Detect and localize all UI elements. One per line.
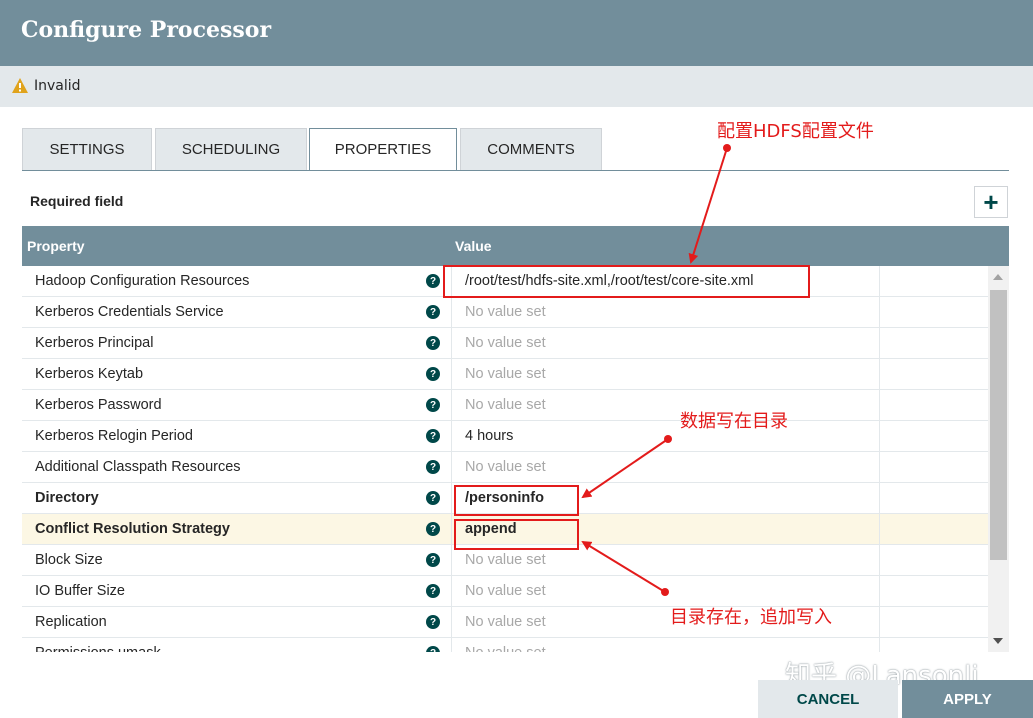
property-value: No value set xyxy=(465,552,546,568)
property-value: No value set xyxy=(465,335,546,351)
table-row[interactable]: IO Buffer Size? No value set xyxy=(22,576,988,607)
property-value: No value set xyxy=(465,614,546,630)
cancel-button[interactable]: CANCEL xyxy=(758,680,898,718)
property-name: Block Size xyxy=(35,552,103,568)
annotation-box-hdfs-config xyxy=(443,265,810,298)
help-icon[interactable]: ? xyxy=(426,646,440,652)
property-value: No value set xyxy=(465,583,546,599)
tab-properties[interactable]: PROPERTIES xyxy=(309,128,457,171)
property-name: Kerberos Principal xyxy=(35,335,154,351)
help-icon[interactable]: ? xyxy=(426,522,440,536)
help-icon[interactable]: ? xyxy=(426,491,440,505)
status-text: Invalid xyxy=(34,78,81,94)
help-icon[interactable]: ? xyxy=(426,429,440,443)
help-icon[interactable]: ? xyxy=(426,398,440,412)
help-icon[interactable]: ? xyxy=(426,336,440,350)
property-name: Conflict Resolution Strategy xyxy=(35,521,230,537)
tab-settings[interactable]: SETTINGS xyxy=(22,128,152,170)
help-icon[interactable]: ? xyxy=(426,615,440,629)
property-name: Directory xyxy=(35,490,99,506)
property-value-cell[interactable]: No value set xyxy=(451,359,880,390)
scroll-up-arrow-icon[interactable] xyxy=(993,274,1003,280)
property-value-cell[interactable]: 4 hours xyxy=(451,421,880,452)
property-value-cell[interactable]: No value set xyxy=(451,328,880,359)
status-bar: Invalid xyxy=(0,66,1033,107)
table-row[interactable]: Permissions umask? No value set xyxy=(22,638,988,652)
property-value: No value set xyxy=(465,397,546,413)
table-row[interactable]: Kerberos Relogin Period? 4 hours xyxy=(22,421,988,452)
table-row[interactable]: Replication? No value set xyxy=(22,607,988,638)
property-name: Hadoop Configuration Resources xyxy=(35,273,250,289)
annotation-append: 目录存在，追加写入 xyxy=(670,607,832,628)
help-icon[interactable]: ? xyxy=(426,367,440,381)
tab-divider xyxy=(22,170,1009,171)
property-value: No value set xyxy=(465,645,546,652)
property-value: 4 hours xyxy=(465,428,514,444)
table-row[interactable]: Kerberos Principal? No value set xyxy=(22,328,988,359)
annotation-box-directory xyxy=(454,485,579,516)
tab-comments[interactable]: COMMENTS xyxy=(460,128,602,170)
table-row[interactable]: Kerberos Credentials Service? No value se… xyxy=(22,297,988,328)
property-value-cell[interactable]: No value set xyxy=(451,390,880,421)
property-value-cell[interactable]: No value set xyxy=(451,638,880,652)
column-header-property[interactable]: Property xyxy=(27,238,85,254)
property-name: Kerberos Password xyxy=(35,397,162,413)
help-icon[interactable]: ? xyxy=(426,553,440,567)
help-icon[interactable]: ? xyxy=(426,305,440,319)
dialog-header: Configure Processor xyxy=(0,0,1033,66)
table-row[interactable]: Kerberos Keytab? No value set xyxy=(22,359,988,390)
annotation-box-append xyxy=(454,519,579,550)
annotation-hdfs-config: 配置HDFS配置文件 xyxy=(717,121,874,142)
help-icon[interactable]: ? xyxy=(426,274,440,288)
table-row[interactable]: Kerberos Password? No value set xyxy=(22,390,988,421)
apply-button[interactable]: APPLY xyxy=(902,680,1033,718)
tab-scheduling[interactable]: SCHEDULING xyxy=(155,128,307,170)
help-icon[interactable]: ? xyxy=(426,460,440,474)
annotation-data-dir: 数据写在目录 xyxy=(680,411,788,432)
property-name: Kerberos Relogin Period xyxy=(35,428,193,444)
property-value: No value set xyxy=(465,304,546,320)
required-field-label: Required field xyxy=(30,193,124,209)
property-name: IO Buffer Size xyxy=(35,583,125,599)
property-name: Replication xyxy=(35,614,107,630)
properties-table-body: Hadoop Configuration Resources?/root/tes… xyxy=(22,266,988,652)
add-property-button[interactable]: + xyxy=(974,186,1008,218)
warning-icon xyxy=(12,78,28,93)
property-name: Permissions umask xyxy=(35,645,161,652)
column-header-value[interactable]: Value xyxy=(455,238,492,254)
dialog-title: Configure Processor xyxy=(21,17,272,43)
help-icon[interactable]: ? xyxy=(426,584,440,598)
plus-icon: + xyxy=(983,187,999,217)
scrollbar-thumb[interactable] xyxy=(990,290,1007,560)
table-scrollbar[interactable] xyxy=(988,266,1009,652)
scroll-down-arrow-icon[interactable] xyxy=(993,638,1003,644)
configure-processor-dialog: Configure Processor Invalid SETTINGS SCH… xyxy=(0,0,1033,718)
property-value: No value set xyxy=(465,366,546,382)
property-value-cell[interactable]: No value set xyxy=(451,452,880,483)
property-name: Kerberos Keytab xyxy=(35,366,144,382)
property-name: Additional Classpath Resources xyxy=(35,459,241,475)
property-name: Kerberos Credentials Service xyxy=(35,304,224,320)
table-row[interactable]: Additional Classpath Resources? No value … xyxy=(22,452,988,483)
property-value: No value set xyxy=(465,459,546,475)
table-header: Property Value xyxy=(22,226,1009,266)
property-value-cell[interactable]: No value set xyxy=(451,297,880,328)
